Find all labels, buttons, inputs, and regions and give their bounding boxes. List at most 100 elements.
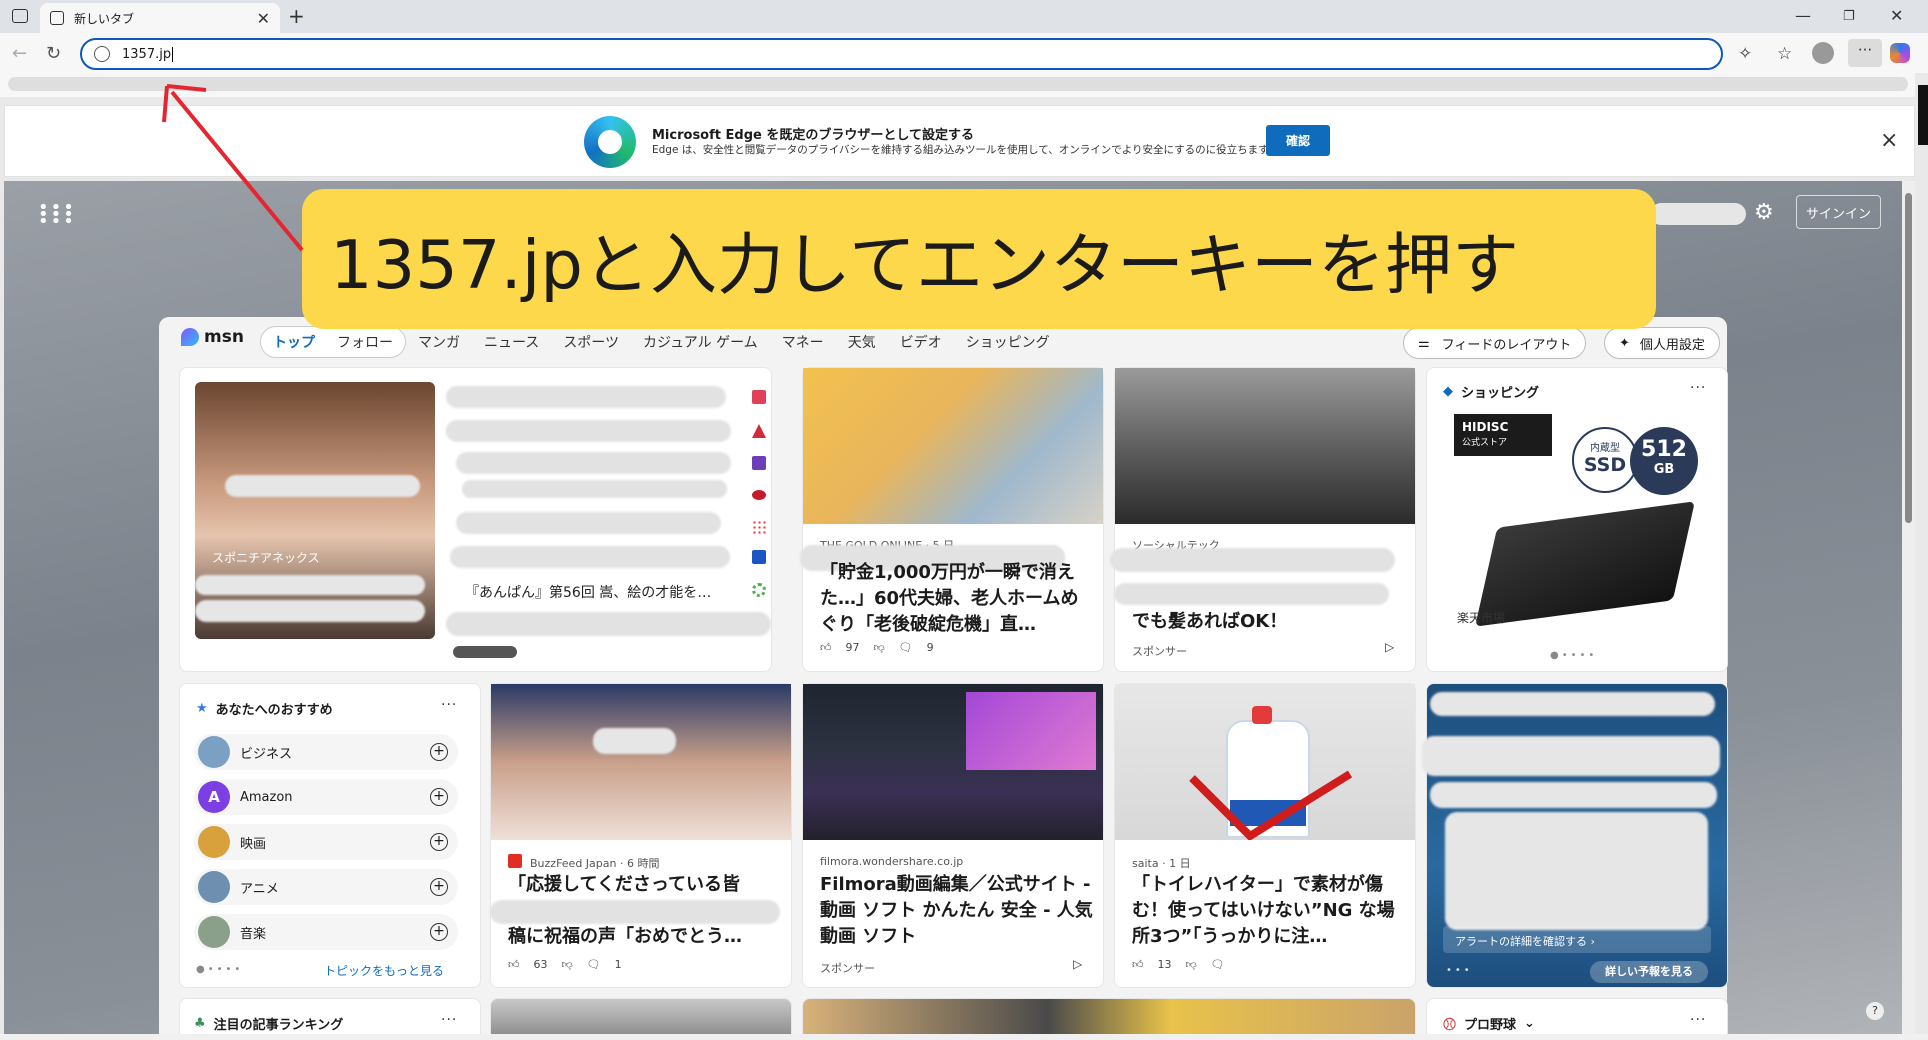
social-headline[interactable]: でも髪あればOK！ [1132,609,1287,635]
refresh-icon[interactable]: ↻ [46,43,61,64]
restore-icon[interactable]: ❐ [1843,9,1855,24]
topic-avatar [198,736,230,768]
comment-icon[interactable]: 🗨︎ [587,958,601,971]
chevron-down-icon[interactable]: ⌄ [1524,1016,1535,1031]
tab-video[interactable]: ビデオ [900,332,942,352]
tab-weather[interactable]: 天気 [848,332,876,352]
favorites-icon[interactable]: ☆ [1777,44,1792,64]
extensions-icon[interactable]: ✧ [1738,44,1752,64]
recommend-title: あなたへのおすすめ [215,703,333,718]
close-window-icon[interactable]: ✕ [1890,6,1903,25]
social-image [1115,368,1415,524]
tab-close-icon[interactable]: ✕ [257,9,270,28]
redaction [1445,812,1708,930]
more-options-icon[interactable]: ··· [441,1012,457,1028]
confirm-button[interactable]: 確認 [1266,125,1330,156]
comment-icon[interactable]: 🗨︎ [899,641,913,654]
comment-icon[interactable]: 🗨︎ [1211,958,1225,971]
buzz-headline-top[interactable]: 「応援してくださっている皆 [508,872,740,898]
more-options-icon[interactable]: ··· [1690,380,1706,396]
tab-money[interactable]: マネー [782,332,824,352]
settings-gear-icon[interactable]: ⚙ [1754,200,1774,225]
recommend-pager[interactable]: ●•••• [196,964,243,975]
alert-details-link[interactable]: アラートの詳細を確認する › [1443,926,1711,953]
like-icon[interactable]: 👍︎ [820,641,832,654]
more-topics-link[interactable]: トピックをもっと見る [324,962,444,979]
dislike-icon[interactable]: 👎︎ [562,958,573,971]
carousel-pager[interactable] [453,646,517,658]
topic-anime[interactable]: アニメ + [194,869,458,905]
badge-unit: GB [1653,462,1675,477]
add-icon[interactable]: + [430,833,448,851]
tab-top[interactable]: トップ [273,332,315,352]
back-icon[interactable]: ← [12,43,27,64]
more-options-icon[interactable]: ··· [441,697,457,713]
tab-sports[interactable]: スポーツ [563,332,619,352]
bottle-cap [1252,706,1272,724]
copilot-icon[interactable] [1890,43,1910,63]
saita-source: saita · 1 日 [1132,857,1191,870]
edge-logo-icon [584,116,636,168]
help-icon[interactable]: ? [1866,1002,1884,1020]
hero-list-blur [446,420,731,442]
hero-list-item[interactable]: 『あんぱん』第56回 嵩、絵の才能を… [465,582,711,602]
banner-title: Microsoft Edge を既定のブラウザーとして設定する [652,128,974,143]
nav-pill: トップ フォロー [260,326,406,358]
tab-casual-games[interactable]: カジュアル ゲーム [643,332,758,352]
filmora-preview [966,692,1096,770]
search-pill[interactable] [1650,203,1746,225]
signin-button[interactable]: サインイン [1796,195,1881,229]
add-icon[interactable]: + [430,788,448,806]
sponsor-label: スポンサー [820,962,875,975]
app-launcher-icon[interactable]: ••• ••• ••• [38,199,76,231]
play-icon[interactable]: ▷ [1385,640,1395,654]
feed-layout-button[interactable]: ⚌ フィードのレイアウト [1403,327,1587,359]
shopping-pager[interactable]: ●•••• [1550,650,1597,661]
address-bar[interactable]: 1357.jp [80,38,1723,70]
new-tab-plus-icon[interactable]: + [288,4,305,28]
add-icon[interactable]: + [430,923,448,941]
minimize-icon[interactable]: — [1795,6,1811,25]
topic-movies[interactable]: 映画 + [194,824,458,860]
dislike-icon[interactable]: 👎︎ [874,641,885,654]
buzz-headline-bottom[interactable]: 稿に祝福の声「おめでとう… [508,924,742,950]
filmora-headline[interactable]: Filmora動画編集／公式サイト - 動画 ソフト かんたん 安全 - 人気動… [820,872,1100,950]
topic-music[interactable]: 音楽 + [194,914,458,950]
comment-count: 1 [614,958,622,971]
like-icon[interactable]: 👍︎ [1132,958,1144,971]
avatar[interactable] [1812,42,1834,64]
tab-title: 新しいタブ [74,11,135,26]
banner-close-icon[interactable]: × [1880,128,1898,153]
weather-pager[interactable]: ••• [1446,965,1473,976]
forecast-button[interactable]: 詳しい予報を見る [1590,961,1708,983]
tab-actions-icon[interactable] [12,9,28,23]
tab-follow[interactable]: フォロー [337,332,393,352]
saita-headline[interactable]: 「トイレハイター」で素材が傷む！使ってはいけない”NG な場所3つ”「うっかりに… [1132,872,1412,950]
page-scrollbar[interactable] [1902,181,1915,1040]
redaction [593,728,676,754]
topic-amazon[interactable]: A Amazon + [194,779,458,815]
add-icon[interactable]: + [430,743,448,761]
tab-new[interactable]: 新しいタブ ✕ [40,3,280,33]
topic-label: 映画 [240,836,267,852]
more-menu-icon[interactable]: ··· [1848,39,1882,67]
personalize-button[interactable]: ✦ 個人用設定 [1604,327,1720,359]
dislike-icon[interactable]: 👎︎ [1186,958,1197,971]
more-options-icon[interactable]: ··· [1690,1012,1706,1028]
topic-label: ビジネス [240,746,293,762]
redaction [1110,548,1395,572]
hero-list-blur [446,612,771,636]
topic-business[interactable]: ビジネス + [194,734,458,770]
badge-size: 512 [1641,437,1687,462]
star-icon: ★ [196,701,208,716]
tab-news[interactable]: ニュース [484,332,539,352]
tab-shopping[interactable]: ショッピング [966,332,1050,352]
like-icon[interactable]: 👍︎ [508,958,520,971]
tab-manga[interactable]: マンガ [418,332,460,352]
source-logo-icon [752,456,766,470]
scroll-thumb[interactable] [1905,193,1912,523]
money-headline[interactable]: 「貯金1,000万円が一瞬で消えた…」60代夫婦、老人ホームめぐり「老後破綻危機… [820,560,1095,640]
play-icon[interactable]: ▷ [1073,957,1083,971]
add-icon[interactable]: + [430,878,448,896]
msn-logo[interactable]: msn [181,327,244,347]
